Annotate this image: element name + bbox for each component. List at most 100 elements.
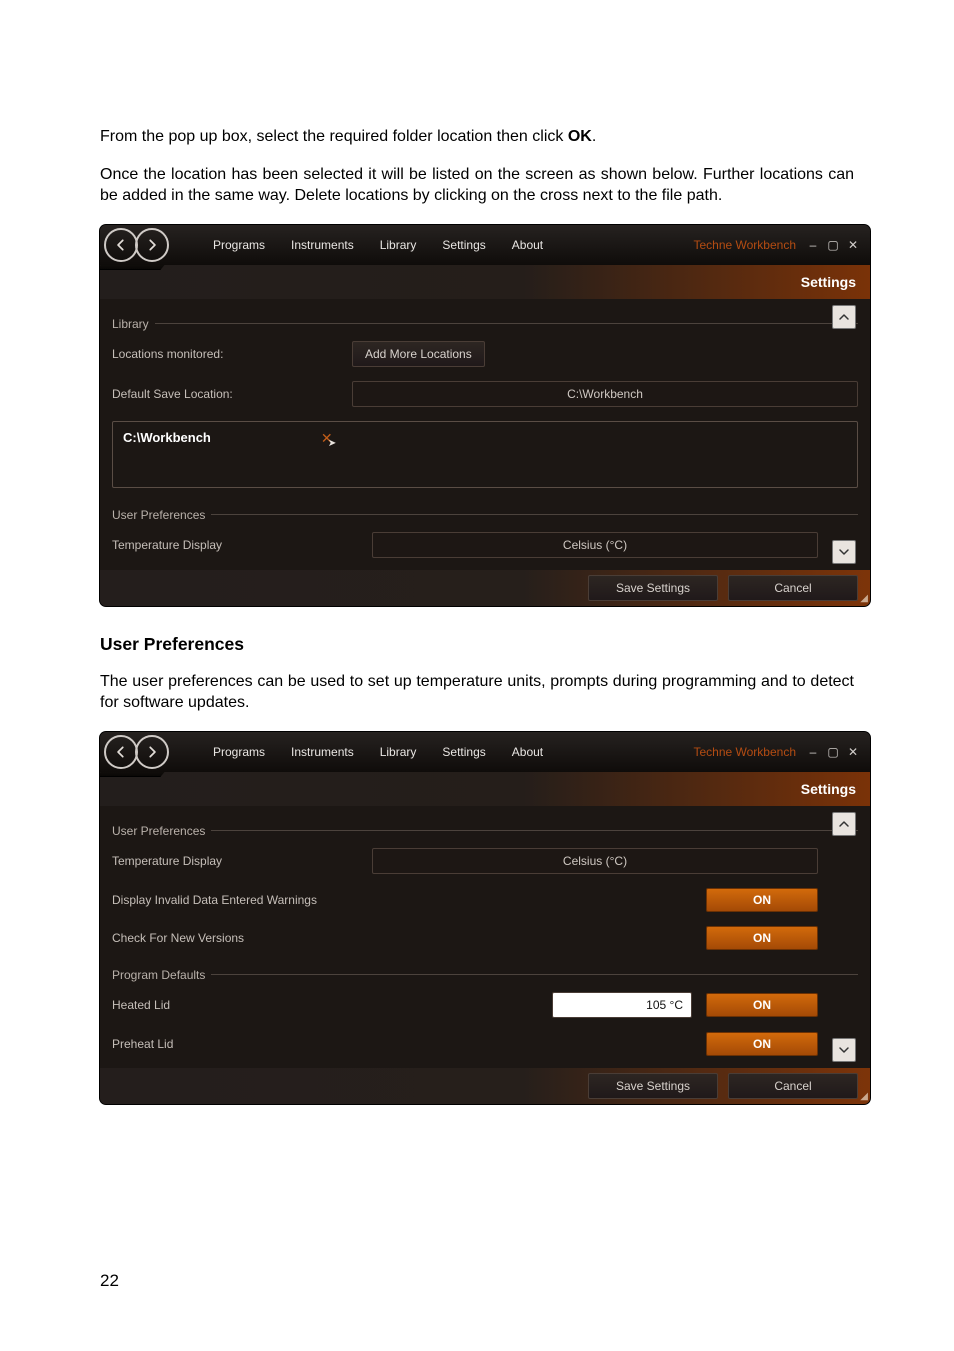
page-heading-bar: Settings: [100, 265, 870, 299]
check-new-versions-toggle[interactable]: ON: [706, 926, 818, 950]
section-library: Library: [112, 317, 858, 331]
page-heading: Settings: [801, 781, 856, 797]
scroll-up-button[interactable]: [832, 812, 856, 836]
section-line: [211, 830, 858, 831]
section-line: [155, 323, 858, 324]
page-heading: Settings: [801, 274, 856, 290]
arrow-left-icon: [114, 745, 128, 759]
arrow-right-icon: [145, 238, 159, 252]
minimize-icon[interactable]: –: [806, 238, 820, 252]
check-new-versions-label: Check For New Versions: [112, 931, 244, 945]
app-window-library: Programs Instruments Library Settings Ab…: [100, 225, 870, 606]
invalid-data-warnings-toggle[interactable]: ON: [706, 888, 818, 912]
close-icon[interactable]: ✕: [846, 238, 860, 252]
intro-line1: From the pop up box, select the required…: [100, 126, 854, 148]
chevron-up-icon: [838, 311, 850, 323]
window-title: Techne Workbench: [693, 238, 796, 252]
nav-back-button[interactable]: [104, 735, 138, 769]
temperature-display-label-1: Temperature Display: [112, 538, 372, 552]
nav-back-button[interactable]: [104, 228, 138, 262]
nav-forward-button[interactable]: [135, 735, 169, 769]
app-window-userprefs: Programs Instruments Library Settings Ab…: [100, 732, 870, 1104]
heated-lid-toggle[interactable]: ON: [706, 993, 818, 1017]
remove-path-button[interactable]: ✕➤: [321, 430, 333, 447]
tab-settings[interactable]: Settings: [440, 232, 487, 258]
scroll-down-button[interactable]: [832, 540, 856, 564]
locations-monitored-label: Locations monitored:: [112, 347, 352, 361]
resize-grip-icon[interactable]: ◢: [860, 593, 868, 604]
row-check-new-versions: Check For New Versions ON: [112, 926, 858, 950]
preheat-lid-toggle[interactable]: ON: [706, 1032, 818, 1056]
row-locations-monitored: Locations monitored: Add More Locations: [112, 341, 858, 367]
tab-about[interactable]: About: [510, 739, 545, 765]
row-invalid-data-warnings: Display Invalid Data Entered Warnings ON: [112, 888, 858, 912]
row-heated-lid: Heated Lid 105 °C ON: [112, 992, 858, 1018]
main-tabs: Programs Instruments Library Settings Ab…: [211, 232, 545, 258]
default-save-location-label: Default Save Location:: [112, 387, 352, 401]
section-user-prefs-2: User Preferences: [112, 824, 858, 838]
chevron-down-icon: [838, 546, 850, 558]
arrow-left-icon: [114, 238, 128, 252]
tab-instruments[interactable]: Instruments: [289, 232, 356, 258]
nav-forward-button[interactable]: [135, 228, 169, 262]
window-controls: – ▢ ✕: [806, 745, 860, 759]
userprefs-description: The user preferences can be used to set …: [100, 671, 854, 714]
row-temperature-display-2: Temperature Display Celsius (°C): [112, 848, 858, 874]
arrow-right-icon: [145, 745, 159, 759]
tab-programs[interactable]: Programs: [211, 739, 267, 765]
footer-bar-1: Save Settings Cancel ◢: [100, 570, 870, 606]
tab-settings[interactable]: Settings: [440, 739, 487, 765]
preheat-lid-label: Preheat Lid: [112, 1037, 173, 1051]
invalid-data-warnings-label: Display Invalid Data Entered Warnings: [112, 893, 317, 907]
page-number: 22: [100, 1271, 119, 1291]
section-user-prefs-1: User Preferences: [112, 508, 858, 522]
intro-line2: Once the location has been selected it w…: [100, 164, 854, 207]
tab-instruments[interactable]: Instruments: [289, 739, 356, 765]
maximize-icon[interactable]: ▢: [826, 238, 840, 252]
page-heading-bar-2: Settings: [100, 772, 870, 806]
row-default-save-location: Default Save Location: C:\Workbench: [112, 381, 858, 407]
maximize-icon[interactable]: ▢: [826, 745, 840, 759]
heated-lid-field[interactable]: 105 °C: [552, 992, 692, 1018]
close-icon[interactable]: ✕: [846, 745, 860, 759]
chevron-up-icon: [838, 818, 850, 830]
row-preheat-lid: Preheat Lid ON: [112, 1032, 858, 1056]
app-titlebar: Programs Instruments Library Settings Ab…: [100, 225, 870, 265]
heading-user-preferences: User Preferences: [100, 634, 854, 655]
app-titlebar-2: Programs Instruments Library Settings Ab…: [100, 732, 870, 772]
tab-programs[interactable]: Programs: [211, 232, 267, 258]
section-user-prefs-label: User Preferences: [112, 824, 205, 838]
tab-about[interactable]: About: [510, 232, 545, 258]
default-save-location-field[interactable]: C:\Workbench: [352, 381, 858, 407]
cursor-icon: ➤: [328, 438, 336, 449]
tab-library[interactable]: Library: [378, 739, 419, 765]
add-more-locations-button[interactable]: Add More Locations: [352, 341, 485, 367]
monitored-path-1: C:\Workbench: [123, 430, 211, 445]
section-line: [211, 514, 858, 515]
chevron-down-icon: [838, 1044, 850, 1056]
tab-library[interactable]: Library: [378, 232, 419, 258]
section-program-defaults: Program Defaults: [112, 968, 858, 982]
resize-grip-icon[interactable]: ◢: [860, 1091, 868, 1102]
temperature-display-label-2: Temperature Display: [112, 854, 372, 868]
app-body-1: Library Locations monitored: Add More Lo…: [100, 299, 870, 570]
scroll-up-button[interactable]: [832, 305, 856, 329]
save-settings-button[interactable]: Save Settings: [588, 1073, 718, 1099]
window-controls: – ▢ ✕: [806, 238, 860, 252]
section-user-prefs-label: User Preferences: [112, 508, 205, 522]
cancel-button[interactable]: Cancel: [728, 1073, 858, 1099]
temperature-display-field-2[interactable]: Celsius (°C): [372, 848, 818, 874]
row-temperature-display-1: Temperature Display Celsius (°C): [112, 532, 858, 558]
save-settings-button[interactable]: Save Settings: [588, 575, 718, 601]
temperature-display-field-1[interactable]: Celsius (°C): [372, 532, 818, 558]
section-program-defaults-label: Program Defaults: [112, 968, 205, 982]
app-body-2: User Preferences Temperature Display Cel…: [100, 806, 870, 1068]
scroll-down-button[interactable]: [832, 1038, 856, 1062]
cancel-button[interactable]: Cancel: [728, 575, 858, 601]
monitored-paths-box: C:\Workbench ✕➤: [112, 421, 858, 488]
main-tabs-2: Programs Instruments Library Settings Ab…: [211, 739, 545, 765]
section-line: [211, 974, 858, 975]
minimize-icon[interactable]: –: [806, 745, 820, 759]
section-library-label: Library: [112, 317, 149, 331]
footer-bar-2: Save Settings Cancel ◢: [100, 1068, 870, 1104]
